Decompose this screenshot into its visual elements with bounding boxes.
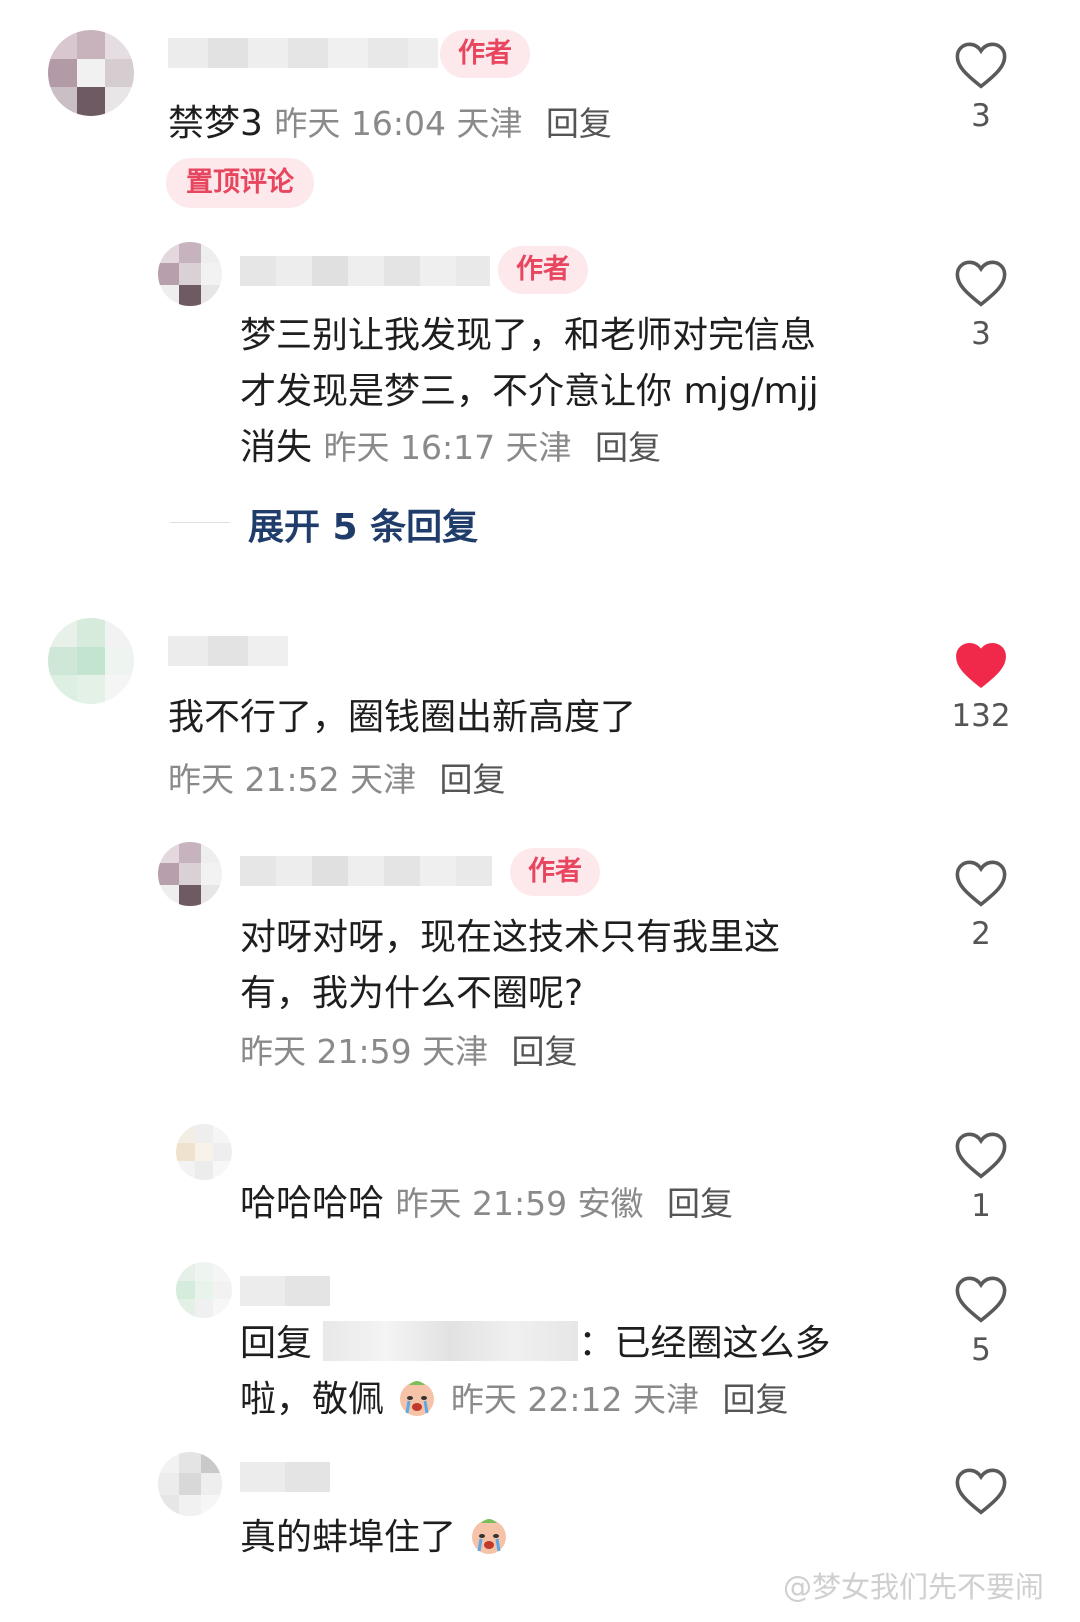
comment-text: 梦三别让我发现了，和老师对完信息 才发现是梦三，不介意让你 mjg/mjj 消失… [240, 315, 819, 468]
comment-meta: 昨天 21:59 天津 [240, 1032, 489, 1071]
avatar[interactable] [176, 1262, 232, 1318]
like-button[interactable]: 3 [946, 40, 1016, 134]
comment-text: 回复 ：已经圈这么多 啦，敬佩 昨天 22:12 天津 回复 [240, 1321, 831, 1420]
author-badge: 作者 [498, 246, 588, 294]
like-button[interactable] [946, 1466, 1016, 1516]
comment-meta-row: 昨天 21:52 天津 回复 [168, 752, 506, 808]
like-button[interactable]: 1 [946, 1130, 1016, 1224]
avatar[interactable] [48, 618, 134, 704]
comment-meta-row: 昨天 21:59 天津 回复 [240, 1024, 578, 1080]
comment-meta: 昨天 22:12 天津 [450, 1380, 700, 1419]
like-count: 2 [971, 916, 991, 952]
username-redacted [240, 256, 490, 286]
crying-emoji-icon [472, 1519, 507, 1554]
heart-outline-icon [955, 260, 1007, 307]
author-badge: 作者 [510, 848, 600, 896]
reply-button[interactable]: 回复 [595, 428, 661, 467]
comment-meta: 昨天 21:59 安徽 [395, 1184, 644, 1223]
comment-meta: 昨天 21:52 天津 [168, 760, 417, 799]
heart-outline-icon [955, 860, 1007, 907]
heart-outline-icon [955, 1276, 1007, 1323]
username-redacted [240, 1462, 330, 1492]
heart-outline-icon [955, 42, 1007, 89]
avatar[interactable] [158, 842, 222, 906]
like-count: 5 [971, 1332, 991, 1368]
reply-button[interactable]: 回复 [512, 1032, 578, 1071]
username-redacted [240, 856, 510, 886]
like-button[interactable]: 5 [946, 1274, 1016, 1368]
like-count: 1 [971, 1188, 991, 1224]
username-redacted [240, 1276, 330, 1306]
crying-emoji-icon [400, 1381, 435, 1416]
avatar[interactable] [176, 1124, 232, 1180]
like-count: 3 [971, 316, 991, 352]
comment-text: 真的蚌埠住了 [240, 1510, 511, 1566]
avatar[interactable] [158, 242, 222, 306]
username-redacted [168, 38, 438, 68]
like-button[interactable]: 3 [946, 258, 1016, 352]
reply-button[interactable]: 回复 [667, 1184, 733, 1223]
like-count: 3 [971, 98, 991, 134]
like-button[interactable]: 132 [946, 640, 1016, 734]
heart-outline-icon [955, 1468, 1007, 1515]
heart-filled-icon [956, 642, 1006, 689]
username-redacted [323, 1321, 579, 1361]
like-count: 132 [951, 698, 1011, 734]
comment-text: 我不行了，圈钱圈出新高度了 [168, 697, 637, 738]
heart-outline-icon [955, 1132, 1007, 1179]
divider [170, 522, 230, 523]
comment-meta: 昨天 16:17 天津 [323, 428, 572, 467]
author-badge: 作者 [440, 30, 530, 78]
expand-replies-button[interactable]: 展开 5 条回复 [248, 498, 478, 550]
comment-meta: 昨天 16:04 天津 [274, 104, 523, 143]
username-redacted [168, 636, 288, 666]
avatar[interactable] [158, 1452, 222, 1516]
reply-button[interactable]: 回复 [546, 104, 612, 143]
watermark: @梦女我们先不要闹 [782, 1570, 1044, 1604]
comment-text: 哈哈哈哈 昨天 21:59 安徽 回复 [240, 1183, 734, 1224]
avatar[interactable] [48, 30, 134, 116]
pinned-badge: 置顶评论 [166, 158, 314, 208]
like-button[interactable]: 2 [946, 858, 1016, 952]
comment-text: 禁梦3 昨天 16:04 天津 回复 [168, 103, 612, 144]
reply-button[interactable]: 回复 [722, 1380, 788, 1419]
reply-button[interactable]: 回复 [440, 760, 506, 799]
comment-text: 对呀对呀，现在这技术只有我里这 有，我为什么不圈呢? [240, 917, 781, 1014]
